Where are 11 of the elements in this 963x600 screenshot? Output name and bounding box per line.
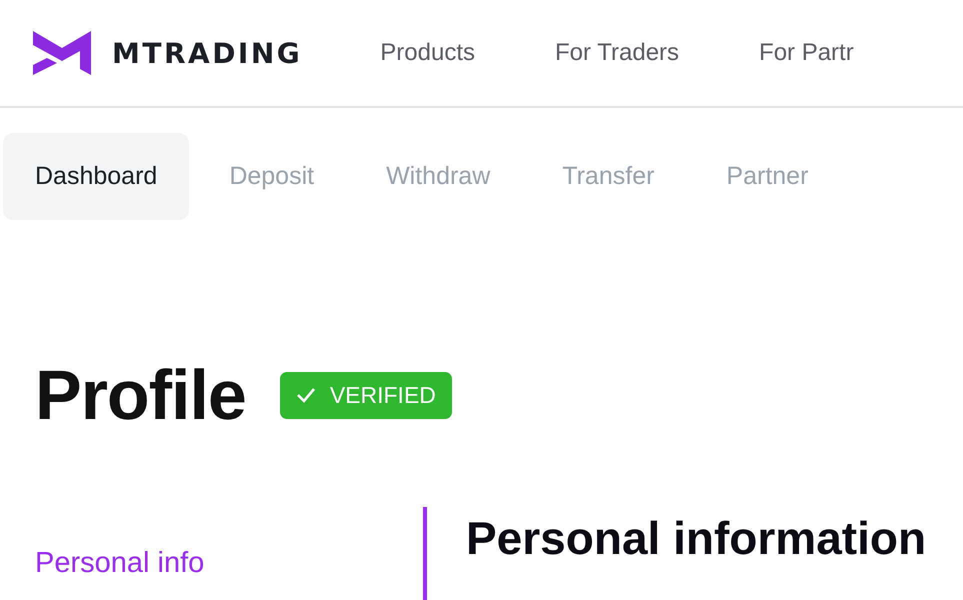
tab[interactable]: Dashboard xyxy=(3,133,190,220)
nav-link[interactable]: For Partr xyxy=(759,39,854,67)
verified-badge: VERIFIED xyxy=(280,372,452,418)
nav-link[interactable]: Products xyxy=(380,39,475,67)
sidebar-item[interactable]: Personal info xyxy=(35,547,204,579)
nav-link[interactable]: For Traders xyxy=(555,39,680,67)
brand-name: MTRADING xyxy=(112,36,302,70)
section-title: Personal information xyxy=(466,511,926,565)
page-title: Profile xyxy=(35,355,246,435)
check-icon xyxy=(296,387,316,403)
logo-icon xyxy=(33,31,91,75)
